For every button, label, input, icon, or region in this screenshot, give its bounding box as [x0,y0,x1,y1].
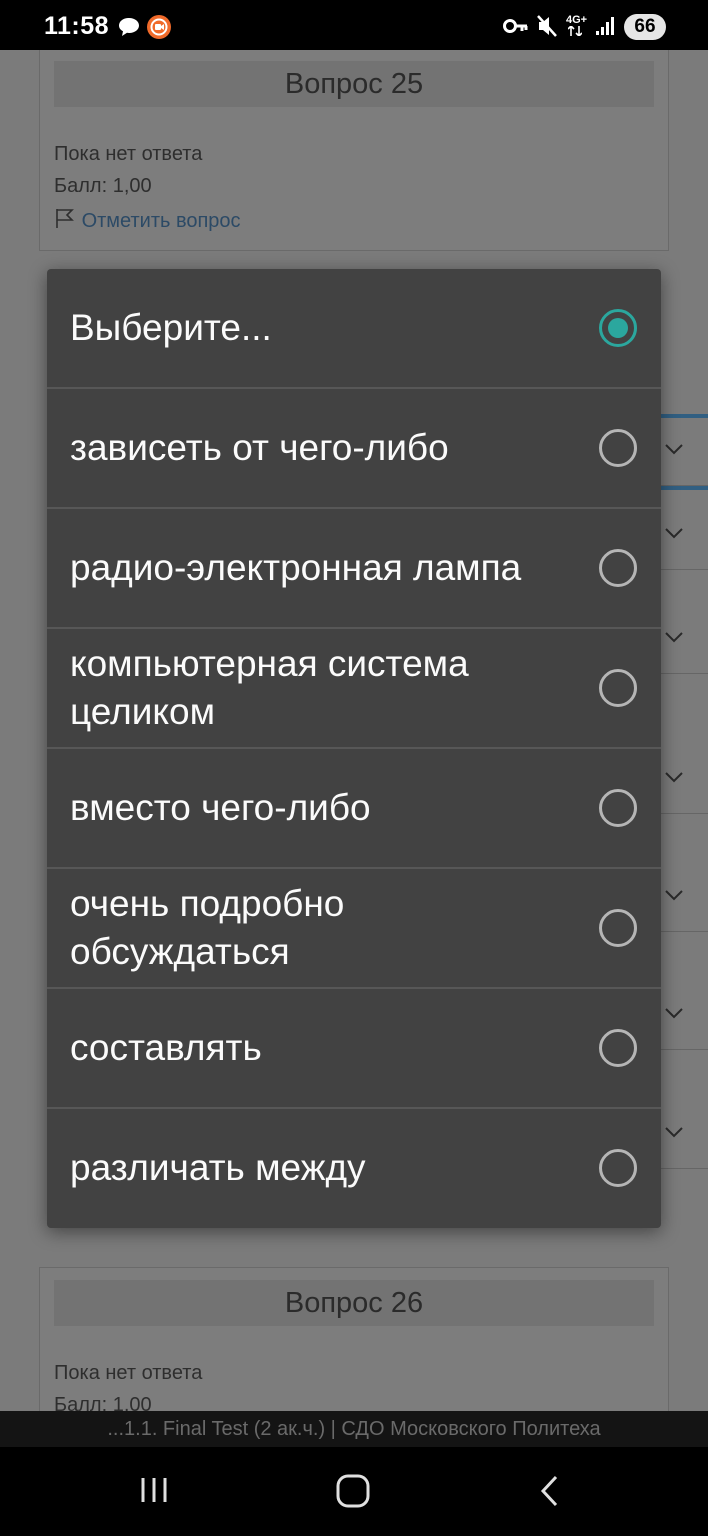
select-focus-border [660,486,708,490]
option-row-6[interactable]: составлять [47,989,661,1109]
answer-select[interactable] [660,868,708,932]
option-row-7[interactable]: различать между [47,1109,661,1228]
option-label: зависеть от чего-либо [70,427,449,468]
option-label: компьютерная система целиком [70,643,469,732]
home-icon[interactable] [334,1473,372,1514]
chevron-down-icon [664,442,684,460]
option-row-4[interactable]: вместо чего-либо [47,749,661,869]
question-title: Вопрос 26 [54,1280,654,1326]
option-label: различать между [70,1147,366,1188]
flag-question-link[interactable]: Отметить вопрос [54,207,241,235]
radio-unchecked-icon[interactable] [599,789,637,827]
answer-select[interactable] [660,986,708,1050]
vpn-key-icon [503,17,529,40]
radio-unchecked-icon[interactable] [599,909,637,947]
radio-unchecked-icon[interactable] [599,549,637,587]
option-row-2[interactable]: радио-электронная лампа [47,509,661,629]
option-label: очень подробно обсуждаться [70,883,345,972]
question-title: Вопрос 25 [54,61,654,107]
answer-select[interactable] [660,422,708,486]
flag-question-label: Отметить вопрос [81,209,241,232]
option-label: вместо чего-либо [70,787,371,828]
recent-apps-icon[interactable] [136,1473,172,1512]
chevron-down-icon [664,1125,684,1143]
radio-unchecked-icon[interactable] [599,429,637,467]
select-focus-border [660,414,708,418]
screen-record-icon [146,14,172,45]
chat-icon [118,17,140,42]
network-type-label: 4G+ [566,14,588,26]
question-score: Балл: 1,00 [54,175,152,197]
option-row-3[interactable]: компьютерная система целиком [47,629,661,749]
question-card-25: Вопрос 25 Пока нет ответа Балл: 1,00 Отм… [39,50,669,251]
browser-page-title: ...1.1. Final Test (2 ак.ч.) | СДО Моско… [0,1411,708,1447]
option-label: радио-электронная лампа [70,547,522,588]
flag-icon [54,207,76,235]
option-label: Выберите... [70,307,272,348]
status-bar: 11:58 4G+ 66 [0,0,708,50]
option-label: составлять [70,1027,262,1068]
answer-select[interactable] [660,750,708,814]
back-icon[interactable] [536,1473,566,1514]
network-4g-icon: 4G+ [566,14,587,36]
battery-indicator: 66 [624,14,666,40]
signal-icon [595,16,615,41]
answer-select[interactable] [660,506,708,570]
radio-unchecked-icon[interactable] [599,1029,637,1067]
option-row-5[interactable]: очень подробно обсуждаться [47,869,661,989]
question-status: Пока нет ответа [54,1362,203,1384]
question-status: Пока нет ответа [54,143,203,165]
status-time: 11:58 [44,12,110,40]
radio-unchecked-icon[interactable] [599,669,637,707]
chevron-down-icon [664,630,684,648]
option-row-1[interactable]: зависеть от чего-либо [47,389,661,509]
answer-select[interactable] [660,1105,708,1169]
radio-checked-icon[interactable] [599,309,637,347]
system-navigation-bar [0,1447,708,1536]
chevron-down-icon [664,526,684,544]
question-score: Балл: 1,00 [54,1394,152,1411]
radio-unchecked-icon[interactable] [599,1149,637,1187]
select-options-dialog: Выберите... зависеть от чего-либо радио-… [47,269,661,1228]
option-row-0[interactable]: Выберите... [47,269,661,389]
chevron-down-icon [664,888,684,906]
chevron-down-icon [664,1006,684,1024]
question-card-26: Вопрос 26 Пока нет ответа Балл: 1,00 [39,1267,669,1411]
mute-icon [536,14,558,43]
answer-select[interactable] [660,610,708,674]
chevron-down-icon [664,770,684,788]
